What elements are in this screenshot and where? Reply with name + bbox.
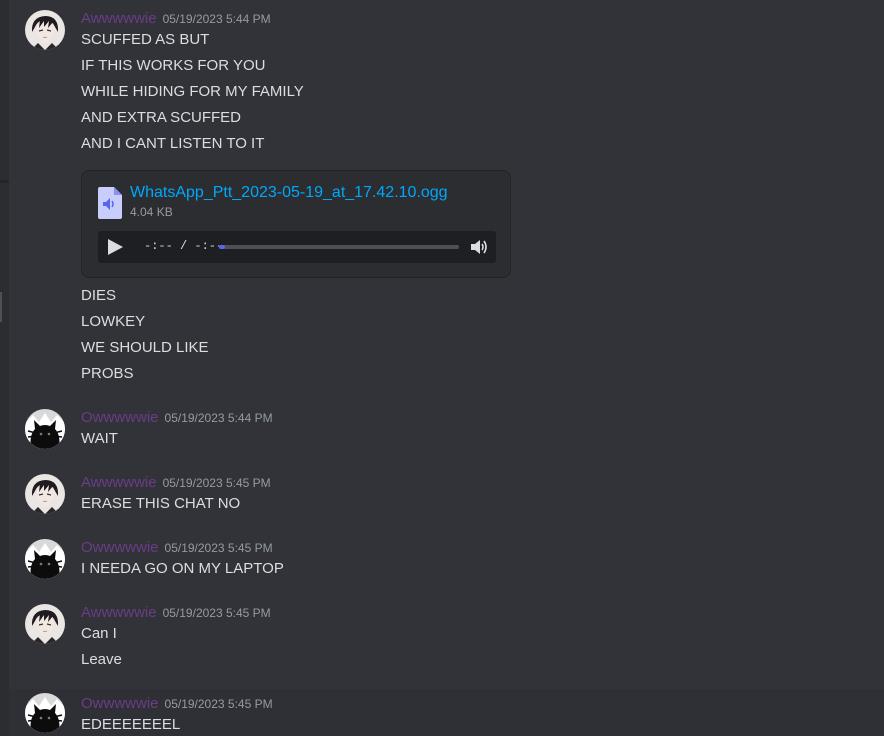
message-text: IF THIS WORKS FOR YOU [81, 57, 266, 74]
message-header: Owwwwwie 05/19/2023 5:45 PM [81, 693, 273, 715]
message-text: DIES [81, 287, 117, 304]
message-header: Awwwwwie 05/19/2023 5:44 PM [81, 8, 271, 30]
volume-icon[interactable] [469, 237, 489, 257]
progress-slider[interactable] [219, 245, 459, 249]
username[interactable]: Owwwwwie [81, 409, 159, 426]
username[interactable]: Owwwwwie [81, 695, 159, 712]
timestamp: 05/19/2023 5:44 PM [164, 411, 273, 425]
anime-boy-avatar-icon[interactable] [25, 474, 65, 514]
message: Awwwwwie 05/19/2023 5:45 PM ERASE THIS CH… [9, 472, 884, 522]
playback-time: -:-- / -:-- [144, 239, 224, 253]
username[interactable]: Awwwwwie [81, 604, 157, 621]
timestamp: 05/19/2023 5:45 PM [164, 697, 273, 711]
anime-boy-avatar-icon[interactable] [25, 604, 65, 644]
message-text: Leave [81, 651, 122, 668]
message-text: ERASE THIS CHAT NO [81, 495, 241, 512]
audio-player: -:-- / -:-- [98, 231, 496, 263]
message: Owwwwwie 05/19/2023 5:45 PM I NEEDA GO ON… [9, 537, 884, 587]
message: Owwwwwie 05/19/2023 5:45 PM EDEEEEEEEL [9, 689, 884, 736]
message-text: EDEEEEEEEL [81, 716, 181, 733]
timestamp: 05/19/2023 5:45 PM [162, 476, 271, 490]
scroll-indicator [0, 292, 2, 322]
timestamp: 05/19/2023 5:45 PM [162, 606, 271, 620]
audio-file-icon [98, 187, 122, 219]
black-cat-avatar-icon[interactable] [25, 693, 65, 733]
anime-boy-avatar-icon[interactable] [25, 10, 65, 50]
message-text: WE SHOULD LIKE [81, 339, 209, 356]
message-text: PROBS [81, 365, 134, 382]
message-header: Awwwwwie 05/19/2023 5:45 PM [81, 472, 271, 494]
message-text: AND I CANT LISTEN TO IT [81, 135, 265, 152]
file-size: 4.04 KB [130, 205, 173, 219]
message-header: Awwwwwie 05/19/2023 5:45 PM [81, 602, 271, 624]
message-text: SCUFFED AS BUT [81, 31, 210, 48]
file-name-link[interactable]: WhatsApp_Ptt_2023-05-19_at_17.42.10.ogg [130, 184, 448, 202]
username[interactable]: Owwwwwie [81, 539, 159, 556]
timestamp: 05/19/2023 5:44 PM [162, 12, 271, 26]
message-text: WHILE HIDING FOR MY FAMILY [81, 83, 304, 100]
message-text: WAIT [81, 430, 118, 447]
message-header: Owwwwwie 05/19/2023 5:44 PM [81, 407, 273, 429]
message-text: AND EXTRA SCUFFED [81, 109, 242, 126]
black-cat-avatar-icon[interactable] [25, 539, 65, 579]
timestamp: 05/19/2023 5:45 PM [164, 541, 273, 555]
message-text: Can I [81, 625, 117, 642]
username[interactable]: Awwwwwie [81, 474, 157, 491]
left-sidebar-edge [0, 0, 9, 736]
progress-fill [219, 245, 225, 249]
divider [0, 180, 9, 183]
play-icon[interactable] [106, 238, 124, 256]
message-text: I NEEDA GO ON MY LAPTOP [81, 560, 284, 577]
black-cat-avatar-icon[interactable] [25, 409, 65, 449]
message: Owwwwwie 05/19/2023 5:44 PM WAIT [9, 407, 884, 457]
audio-attachment: WhatsApp_Ptt_2023-05-19_at_17.42.10.ogg … [81, 170, 511, 278]
message: Awwwwwie 05/19/2023 5:45 PM Can I Leave [9, 602, 884, 678]
username[interactable]: Awwwwwie [81, 10, 157, 27]
message-header: Owwwwwie 05/19/2023 5:45 PM [81, 537, 273, 559]
message-text: LOWKEY [81, 313, 146, 330]
message: Awwwwwie 05/19/2023 5:44 PM SCUFFED AS BU… [9, 8, 884, 388]
